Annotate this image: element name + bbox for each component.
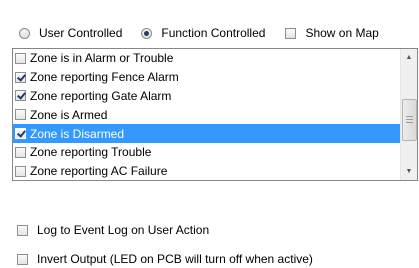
list-scrollbar[interactable]: ▲ ▼ bbox=[400, 49, 417, 180]
condition-item[interactable]: Zone reporting Gate Alarm bbox=[13, 87, 400, 106]
function-controlled-label: Function Controlled bbox=[161, 26, 266, 40]
condition-item-selected[interactable]: Zone is Disarmed bbox=[13, 124, 400, 143]
user-controlled-option[interactable]: User Controlled bbox=[19, 26, 122, 40]
invert-output-label: Invert Output (LED on PCB will turn off … bbox=[37, 252, 313, 266]
condition-checkbox[interactable] bbox=[15, 109, 26, 121]
scroll-down-arrow-icon[interactable]: ▼ bbox=[401, 163, 417, 180]
condition-label: Zone is in Alarm or Trouble bbox=[30, 51, 174, 66]
condition-item[interactable]: Zone is Armed bbox=[13, 105, 400, 124]
show-on-map-label: Show on Map bbox=[305, 26, 379, 40]
scroll-up-arrow-icon[interactable]: ▲ bbox=[401, 49, 417, 66]
log-event-label: Log to Event Log on User Action bbox=[37, 223, 210, 237]
condition-label: Zone reporting AC Failure bbox=[30, 164, 168, 179]
condition-checkbox[interactable] bbox=[15, 128, 26, 140]
condition-checkbox[interactable] bbox=[15, 71, 26, 83]
scroll-thumb[interactable] bbox=[402, 99, 417, 141]
condition-checkbox[interactable] bbox=[15, 146, 26, 158]
grip-line bbox=[406, 116, 413, 117]
invert-output-checkbox[interactable] bbox=[17, 253, 28, 265]
condition-checkbox[interactable] bbox=[15, 165, 26, 177]
condition-checkbox[interactable] bbox=[15, 52, 26, 64]
condition-label: Zone reporting Gate Alarm bbox=[30, 88, 172, 103]
condition-item[interactable]: Zone reporting AC Failure bbox=[13, 162, 400, 180]
condition-item[interactable]: Zone is in Alarm or Trouble bbox=[13, 49, 400, 68]
user-controlled-radio[interactable] bbox=[19, 27, 30, 39]
condition-label: Zone reporting Fence Alarm bbox=[30, 70, 179, 85]
grip-line bbox=[406, 122, 413, 123]
condition-label: Zone is Disarmed bbox=[30, 126, 125, 141]
grip-line bbox=[406, 119, 413, 120]
condition-checkbox[interactable] bbox=[15, 90, 26, 102]
conditions-listbox[interactable]: Zone is in Alarm or Trouble Zone reporti… bbox=[12, 48, 418, 181]
condition-label: Zone is Armed bbox=[30, 107, 108, 122]
function-controlled-radio[interactable] bbox=[141, 27, 153, 39]
invert-output-option[interactable]: Invert Output (LED on PCB will turn off … bbox=[17, 251, 313, 267]
show-on-map-option[interactable]: Show on Map bbox=[285, 26, 379, 40]
condition-item[interactable]: Zone reporting Trouble bbox=[13, 143, 400, 162]
show-on-map-checkbox[interactable] bbox=[285, 27, 297, 39]
log-event-option[interactable]: Log to Event Log on User Action bbox=[17, 222, 209, 238]
user-controlled-label: User Controlled bbox=[39, 26, 123, 40]
condition-label: Zone reporting Trouble bbox=[30, 145, 152, 160]
conditions-list: Zone is in Alarm or Trouble Zone reporti… bbox=[13, 49, 400, 180]
log-event-checkbox[interactable] bbox=[17, 224, 28, 236]
control-mode-group: User Controlled Function Controlled Show… bbox=[19, 25, 379, 41]
function-controlled-option[interactable]: Function Controlled bbox=[141, 26, 265, 40]
condition-item[interactable]: Zone reporting Fence Alarm bbox=[13, 68, 400, 87]
